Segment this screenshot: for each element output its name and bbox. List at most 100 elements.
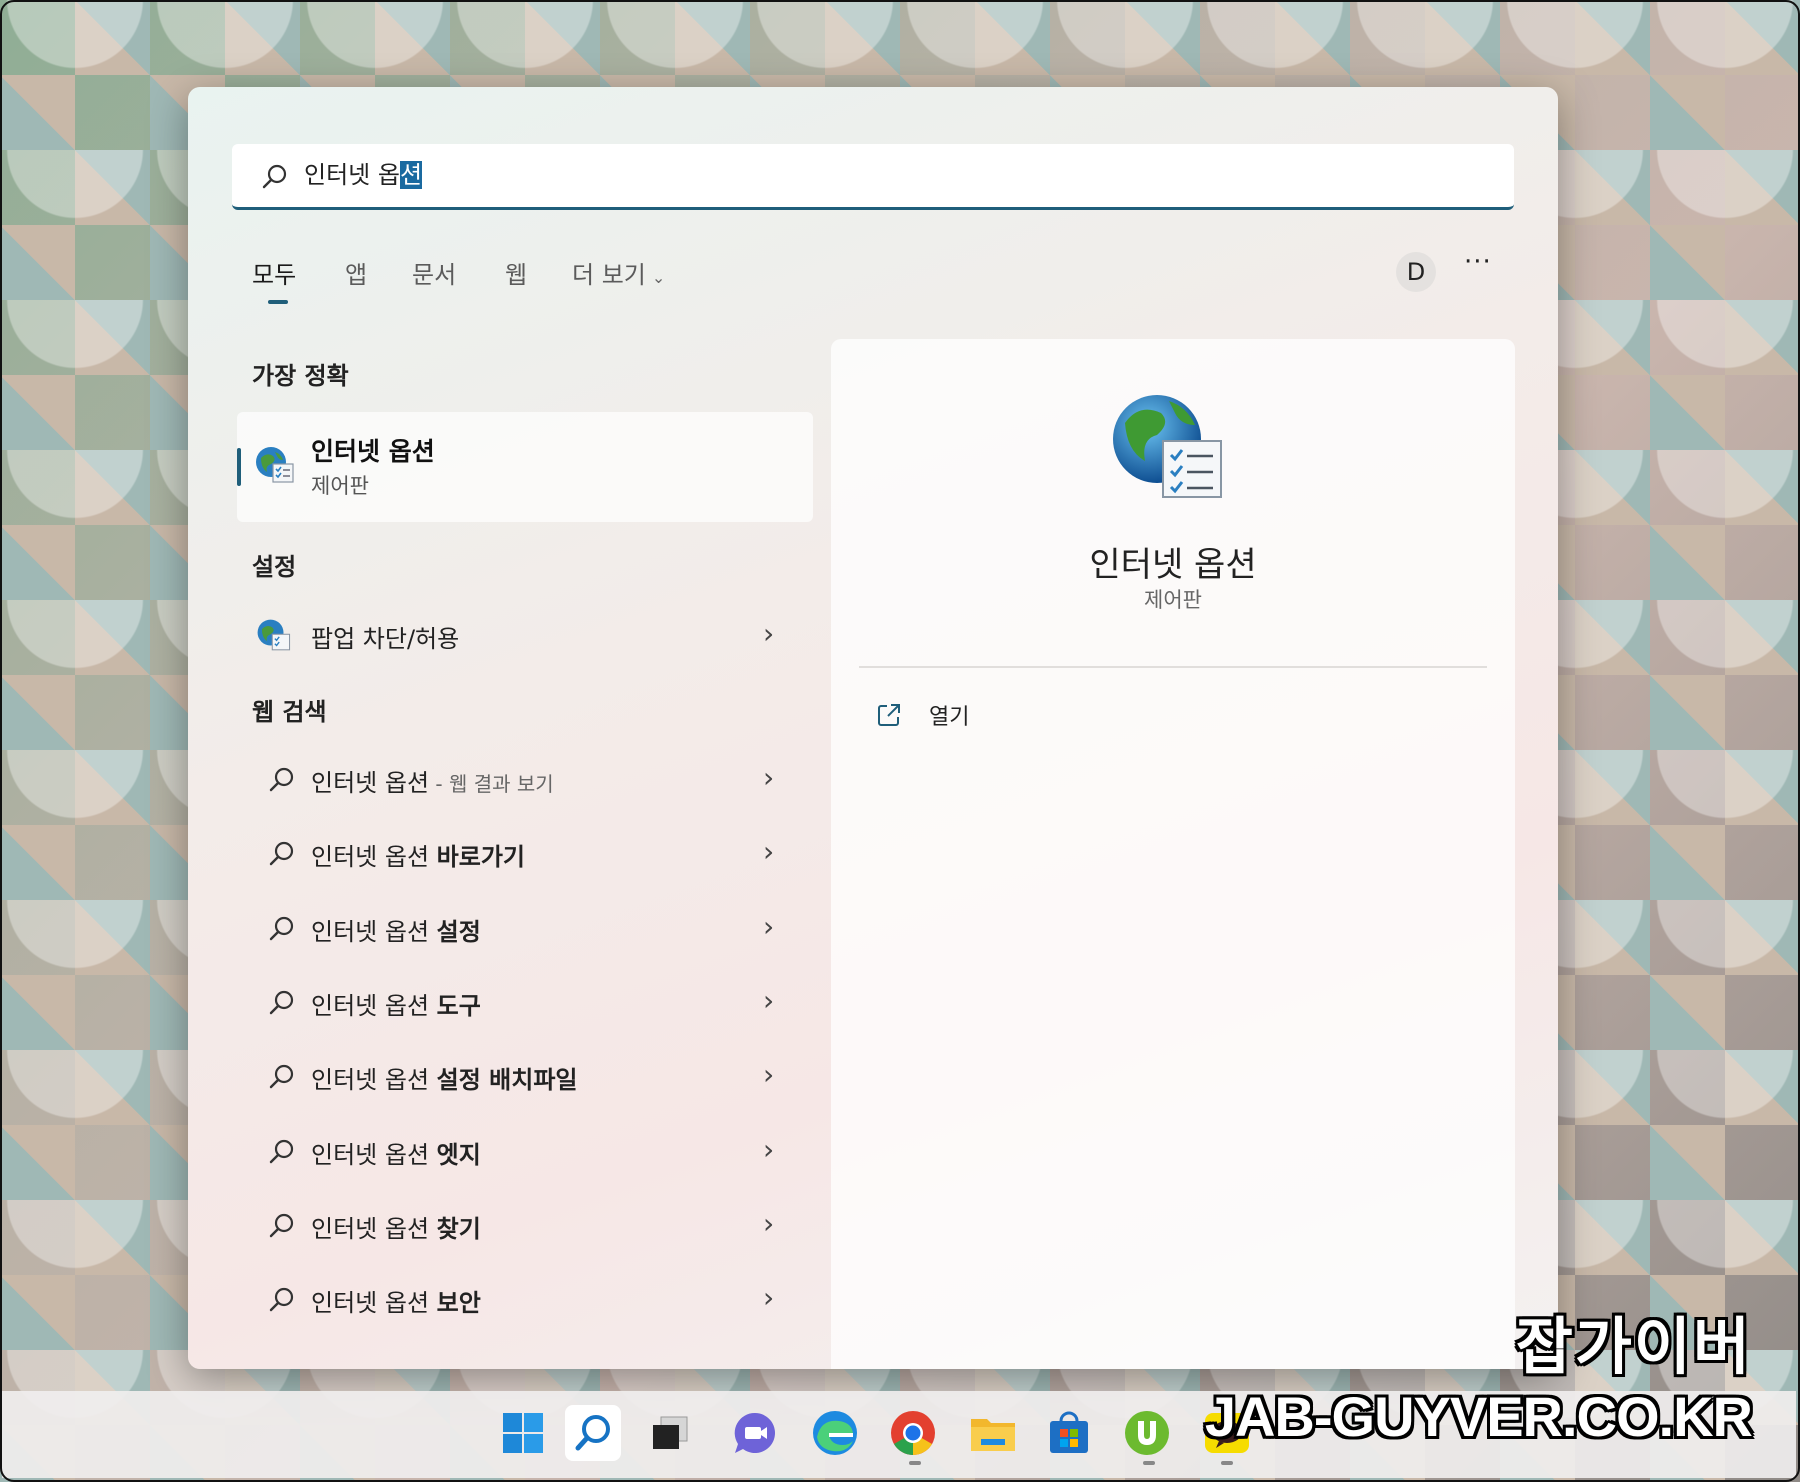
- tab-apps[interactable]: 앱: [345, 255, 367, 290]
- running-indicator: [1221, 1461, 1233, 1465]
- tab-all[interactable]: 모두: [252, 255, 296, 290]
- search-icon: [269, 1139, 294, 1164]
- best-match-title: 인터넷 옵션: [311, 437, 435, 466]
- settings-item-label: 팝업 차단/허용: [311, 625, 460, 653]
- chevron-right-icon: ›: [763, 835, 775, 868]
- divider: [859, 666, 1487, 668]
- start-search-panel: 인터넷 옵션 모두 앱 문서 웹 더 보기 ⌄ D ··· 가장 정확 인터넷 옵…: [188, 87, 1558, 1369]
- web-result-label: 인터넷 옵션 찾기: [311, 1209, 481, 1244]
- chrome-icon[interactable]: [885, 1405, 941, 1461]
- search-icon: [262, 164, 287, 189]
- preview-title: 인터넷 옵션: [1089, 545, 1257, 585]
- web-result-item[interactable]: 인터넷 옵션 보안 ›: [237, 1265, 813, 1335]
- web-result-suffix: 설정: [436, 918, 481, 946]
- task-view-icon[interactable]: [643, 1405, 699, 1461]
- more-options-button[interactable]: ···: [1464, 247, 1492, 277]
- web-result-base: 인터넷 옵션: [311, 1289, 437, 1317]
- search-input[interactable]: 인터넷 옵션: [232, 144, 1514, 210]
- search-query-text: 인터넷 옵: [304, 161, 400, 189]
- section-best-match: 가장 정확: [252, 362, 349, 390]
- chevron-right-icon: ›: [763, 617, 775, 650]
- search-icon: [269, 1287, 294, 1312]
- web-result-suffix: 바로가기: [436, 843, 525, 871]
- web-result-base: 인터넷 옵션: [311, 992, 437, 1020]
- open-external-icon: [878, 704, 900, 726]
- web-result-label: 인터넷 옵션 엣지: [311, 1135, 481, 1170]
- tab-web[interactable]: 웹: [505, 255, 527, 290]
- running-indicator: [1143, 1461, 1155, 1465]
- tab-documents[interactable]: 문서: [412, 255, 456, 290]
- search-icon[interactable]: [565, 1405, 621, 1461]
- chevron-right-icon: ›: [763, 1207, 775, 1240]
- web-result-label: 인터넷 옵션 설정: [311, 912, 481, 947]
- web-result-item[interactable]: 인터넷 옵션 도구 ›: [237, 968, 813, 1038]
- search-query: 인터넷 옵션: [304, 158, 423, 192]
- web-result-suffix: 설정 배치파일: [436, 1066, 578, 1094]
- web-result-item[interactable]: 인터넷 옵션 찾기 ›: [237, 1191, 813, 1261]
- web-result-label: 인터넷 옵션 설정 배치파일: [311, 1060, 578, 1095]
- web-result-suffix: 엣지: [436, 1141, 481, 1169]
- web-result-suffix: 보안: [436, 1289, 481, 1317]
- preview-pane: 인터넷 옵션 제어판 열기: [831, 339, 1515, 1369]
- web-result-label: 인터넷 옵션 보안: [311, 1283, 481, 1318]
- web-result-label: 인터넷 옵션 도구: [311, 986, 481, 1021]
- selection-accent: [237, 448, 241, 486]
- tab-web-label: 웹: [505, 261, 528, 289]
- web-result-base: 인터넷 옵션: [311, 843, 437, 871]
- chevron-right-icon: ›: [763, 1281, 775, 1314]
- chevron-right-icon: ›: [763, 910, 775, 943]
- tab-more[interactable]: 더 보기 ⌄: [572, 255, 665, 290]
- web-result-suffix: 도구: [436, 992, 481, 1020]
- search-query-selection: 션: [399, 161, 423, 189]
- internet-options-icon: [1113, 395, 1222, 498]
- web-result-base: 인터넷 옵션: [311, 1066, 437, 1094]
- search-icon: [269, 990, 294, 1015]
- web-result-base: 인터넷 옵션: [311, 1215, 437, 1243]
- edge-icon[interactable]: [807, 1405, 863, 1461]
- best-match-subtitle: 제어판: [311, 474, 369, 498]
- web-result-hint: - 웹 결과 보기: [429, 772, 554, 796]
- search-icon: [269, 1064, 294, 1089]
- chevron-right-icon: ›: [763, 761, 775, 794]
- web-result-item[interactable]: 인터넷 옵션 설정 배치파일 ›: [237, 1042, 813, 1112]
- windows-start-icon[interactable]: [495, 1405, 551, 1461]
- chevron-right-icon: ›: [763, 1133, 775, 1166]
- web-result-suffix: 찾기: [436, 1215, 481, 1243]
- avatar[interactable]: D: [1396, 252, 1436, 292]
- running-indicator: [909, 1461, 921, 1465]
- web-result-item[interactable]: 인터넷 옵션 엣지 ›: [237, 1117, 813, 1187]
- search-icon: [269, 916, 294, 941]
- chevron-right-icon: ›: [763, 1058, 775, 1091]
- internet-options-icon: [256, 447, 294, 483]
- web-result-label: 인터넷 옵션 바로가기: [311, 837, 525, 872]
- search-icon: [269, 841, 294, 866]
- tab-all-label: 모두: [252, 261, 297, 289]
- open-action-label: 열기: [929, 705, 970, 730]
- watermark-title: 잡가이버: [1515, 1313, 1752, 1382]
- web-result-label: 인터넷 옵션 - 웹 결과 보기: [311, 763, 554, 798]
- store-icon[interactable]: [1041, 1405, 1097, 1461]
- watermark-url: JAB-GUYVER.CO.KR: [1204, 1385, 1753, 1448]
- web-result-base: 인터넷 옵션: [311, 918, 437, 946]
- web-result-base: 인터넷 옵션: [311, 1141, 437, 1169]
- web-result-item[interactable]: 인터넷 옵션 - 웹 결과 보기 ›: [237, 745, 813, 815]
- tab-documents-label: 문서: [412, 261, 457, 289]
- preview-subtitle: 제어판: [1144, 588, 1202, 612]
- web-result-base: 인터넷 옵션: [311, 769, 430, 797]
- file-explorer-icon[interactable]: [965, 1405, 1021, 1461]
- section-settings: 설정: [252, 553, 297, 581]
- search-icon: [269, 767, 294, 792]
- teams-chat-icon[interactable]: [727, 1405, 783, 1461]
- settings-item-popup-blocker[interactable]: 팝업 차단/허용 ›: [237, 601, 813, 671]
- section-web-search: 웹 검색: [252, 698, 327, 726]
- tab-apps-label: 앱: [345, 261, 368, 289]
- web-result-item[interactable]: 인터넷 옵션 바로가기 ›: [237, 819, 813, 889]
- utorrent-icon[interactable]: [1119, 1405, 1175, 1461]
- best-match-result[interactable]: 인터넷 옵션 제어판: [237, 412, 813, 522]
- internet-options-icon: [257, 619, 291, 651]
- chevron-down-icon: ⌄: [651, 268, 666, 287]
- tab-active-indicator: [268, 300, 288, 304]
- tab-more-label: 더 보기: [572, 261, 646, 289]
- search-icon: [269, 1213, 294, 1238]
- web-result-item[interactable]: 인터넷 옵션 설정 ›: [237, 894, 813, 964]
